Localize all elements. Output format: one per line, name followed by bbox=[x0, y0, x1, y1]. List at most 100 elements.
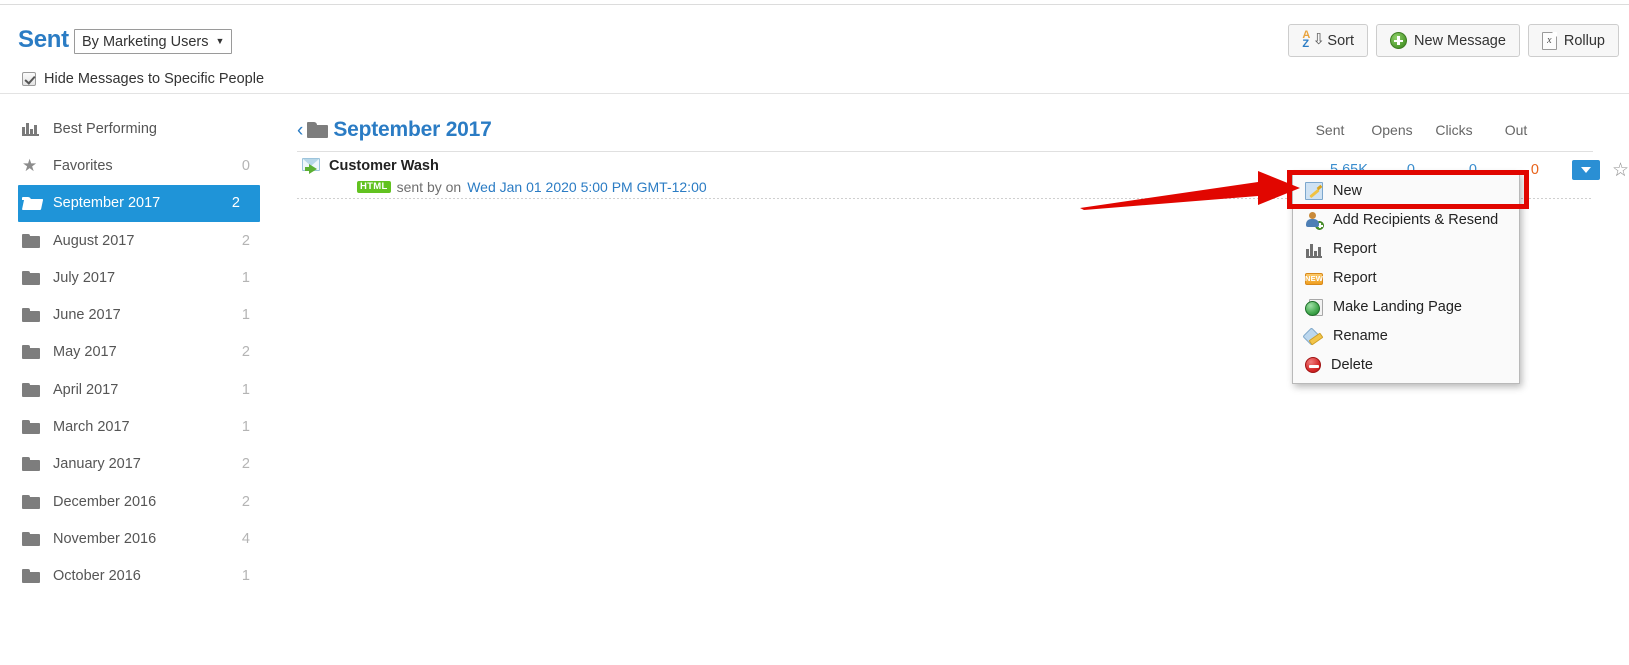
context-menu-item-label: Make Landing Page bbox=[1333, 298, 1462, 315]
sort-icon: A Z ⇩ bbox=[1302, 28, 1325, 50]
hide-messages-label: Hide Messages to Specific People bbox=[44, 71, 265, 87]
sidebar-item-count: 4 bbox=[241, 530, 250, 547]
context-menu-item-rename[interactable]: Rename bbox=[1293, 321, 1519, 350]
column-headers: Sent Opens Clicks Out bbox=[1299, 110, 1629, 150]
bar-chart-icon bbox=[1305, 240, 1323, 258]
star-icon: ★ bbox=[22, 155, 38, 175]
sidebar-item-label: August 2017 bbox=[53, 232, 135, 249]
sent-date[interactable]: Wed Jan 01 2020 5:00 PM GMT-12:00 bbox=[467, 179, 706, 195]
row-actions-dropdown-button[interactable] bbox=[1571, 160, 1600, 180]
context-menu-item-label: New bbox=[1333, 182, 1363, 199]
context-menu-item-make-landing-page[interactable]: Make Landing Page bbox=[1293, 292, 1519, 321]
chevron-down-icon: ▼ bbox=[215, 36, 225, 46]
sidebar-item-march-2017[interactable]: March 2017 1 bbox=[0, 408, 270, 445]
delete-icon bbox=[1305, 357, 1321, 373]
folder-title[interactable]: September 2017 bbox=[333, 118, 491, 142]
sidebar-item-count: 1 bbox=[241, 419, 250, 436]
app-root: Sent By Marketing Users ▼ A Z ⇩ Sort New M… bbox=[0, 0, 1629, 665]
sidebar-item-april-2017[interactable]: April 2017 1 bbox=[0, 371, 270, 408]
column-header-clicks: Clicks bbox=[1435, 122, 1473, 138]
header-divider bbox=[0, 93, 1629, 94]
sidebar-item-count: 1 bbox=[241, 269, 250, 286]
folder-icon bbox=[22, 531, 44, 546]
favorite-star-icon[interactable]: ☆ bbox=[1612, 161, 1629, 180]
bar-chart-icon bbox=[22, 122, 44, 136]
context-menu-item-label: Report bbox=[1333, 240, 1377, 257]
new-badge-text: NEW bbox=[1304, 274, 1324, 283]
sidebar-item-label: December 2016 bbox=[53, 493, 157, 510]
message-info: Customer Wash HTML sent by on Wed Jan 01… bbox=[302, 157, 707, 195]
new-message-button-label: New Message bbox=[1414, 32, 1506, 49]
excel-document-icon: x bbox=[1541, 31, 1557, 50]
sidebar-item-count: 1 bbox=[241, 381, 250, 398]
folder-icon bbox=[22, 382, 44, 397]
sidebar-item-count: 2 bbox=[241, 456, 250, 473]
sidebar-item-label: Best Performing bbox=[53, 120, 157, 137]
folder-icon bbox=[307, 122, 329, 138]
add-recipient-icon bbox=[1305, 211, 1324, 230]
sidebar-item-count: 2 bbox=[241, 344, 250, 361]
context-menu-item-new[interactable]: New bbox=[1293, 176, 1519, 205]
new-document-icon bbox=[1305, 181, 1323, 200]
sort-button-label: Sort bbox=[1327, 32, 1355, 49]
sidebar-item-january-2017[interactable]: January 2017 2 bbox=[0, 446, 270, 483]
hide-messages-checkbox[interactable] bbox=[22, 72, 36, 86]
folder-icon bbox=[22, 569, 44, 584]
sidebar: Best Performing ★ Favorites 0 September … bbox=[0, 110, 270, 595]
sort-button[interactable]: A Z ⇩ Sort bbox=[1288, 24, 1369, 57]
header-buttons: A Z ⇩ Sort New Message x Rollup bbox=[1288, 24, 1619, 57]
sidebar-item-december-2016[interactable]: December 2016 2 bbox=[0, 483, 270, 520]
folder-open-icon bbox=[22, 196, 44, 210]
message-meta: HTML sent by on Wed Jan 01 2020 5:00 PM … bbox=[357, 179, 707, 195]
column-header-sent: Sent bbox=[1315, 122, 1345, 138]
row-actions-context-menu: New Add Recipients & Resend Report NEW R… bbox=[1292, 172, 1520, 384]
sent-by-text: sent by on bbox=[396, 179, 462, 195]
plus-circle-icon bbox=[1390, 32, 1408, 49]
context-menu-item-report[interactable]: Report bbox=[1293, 234, 1519, 263]
sidebar-item-count: 2 bbox=[231, 195, 240, 212]
new-badge-icon: NEW bbox=[1305, 273, 1323, 285]
sidebar-item-label: May 2017 bbox=[53, 344, 117, 361]
sidebar-item-count: 0 bbox=[241, 157, 250, 174]
sidebar-item-favorites[interactable]: ★ Favorites 0 bbox=[0, 147, 270, 184]
context-menu-item-report-new[interactable]: NEW Report bbox=[1293, 263, 1519, 292]
rollup-button-label: Rollup bbox=[1563, 32, 1605, 49]
sidebar-item-november-2016[interactable]: November 2016 4 bbox=[0, 520, 270, 557]
sidebar-item-label: Favorites bbox=[53, 157, 113, 174]
globe-page-icon bbox=[1305, 298, 1323, 316]
sidebar-item-september-2017[interactable]: September 2017 2 bbox=[18, 184, 260, 222]
hide-messages-row[interactable]: Hide Messages to Specific People bbox=[22, 71, 264, 87]
folder-icon bbox=[22, 457, 44, 472]
context-menu-item-label: Rename bbox=[1333, 327, 1388, 344]
sidebar-item-best-performing[interactable]: Best Performing bbox=[0, 110, 270, 147]
rollup-button[interactable]: x Rollup bbox=[1527, 24, 1619, 57]
column-header-opens: Opens bbox=[1371, 122, 1413, 138]
folder-icon bbox=[22, 494, 44, 509]
sidebar-item-july-2017[interactable]: July 2017 1 bbox=[0, 259, 270, 296]
sidebar-item-count: 2 bbox=[241, 493, 250, 510]
back-chevron-icon[interactable]: ‹ bbox=[297, 121, 303, 140]
sidebar-item-label: January 2017 bbox=[53, 456, 141, 473]
page-header: Sent By Marketing Users ▼ A Z ⇩ Sort New M… bbox=[0, 5, 1629, 87]
sidebar-item-june-2017[interactable]: June 2017 1 bbox=[0, 296, 270, 333]
sidebar-item-october-2016[interactable]: October 2016 1 bbox=[0, 558, 270, 595]
rename-tag-icon bbox=[1305, 327, 1323, 345]
message-title[interactable]: Customer Wash bbox=[329, 158, 439, 174]
context-menu-item-label: Delete bbox=[1331, 356, 1373, 373]
column-header-out: Out bbox=[1504, 122, 1528, 138]
new-message-button[interactable]: New Message bbox=[1376, 24, 1520, 57]
sidebar-item-count: 1 bbox=[241, 568, 250, 585]
sidebar-item-label: April 2017 bbox=[53, 381, 119, 398]
sent-mail-icon bbox=[302, 158, 322, 174]
sidebar-item-label: November 2016 bbox=[53, 530, 157, 547]
format-badge: HTML bbox=[357, 180, 391, 194]
sidebar-item-august-2017[interactable]: August 2017 2 bbox=[0, 222, 270, 259]
main-content: ‹ September 2017 Sent Opens Clicks Out C… bbox=[297, 110, 1629, 199]
scope-dropdown[interactable]: By Marketing Users ▼ bbox=[74, 29, 233, 54]
context-menu-item-add-recipients-resend[interactable]: Add Recipients & Resend bbox=[1293, 205, 1519, 234]
sidebar-item-may-2017[interactable]: May 2017 2 bbox=[0, 334, 270, 371]
sidebar-item-label: September 2017 bbox=[53, 195, 161, 212]
context-menu-item-delete[interactable]: Delete bbox=[1293, 350, 1519, 379]
folder-icon bbox=[22, 308, 44, 323]
sidebar-item-count: 1 bbox=[241, 307, 250, 324]
